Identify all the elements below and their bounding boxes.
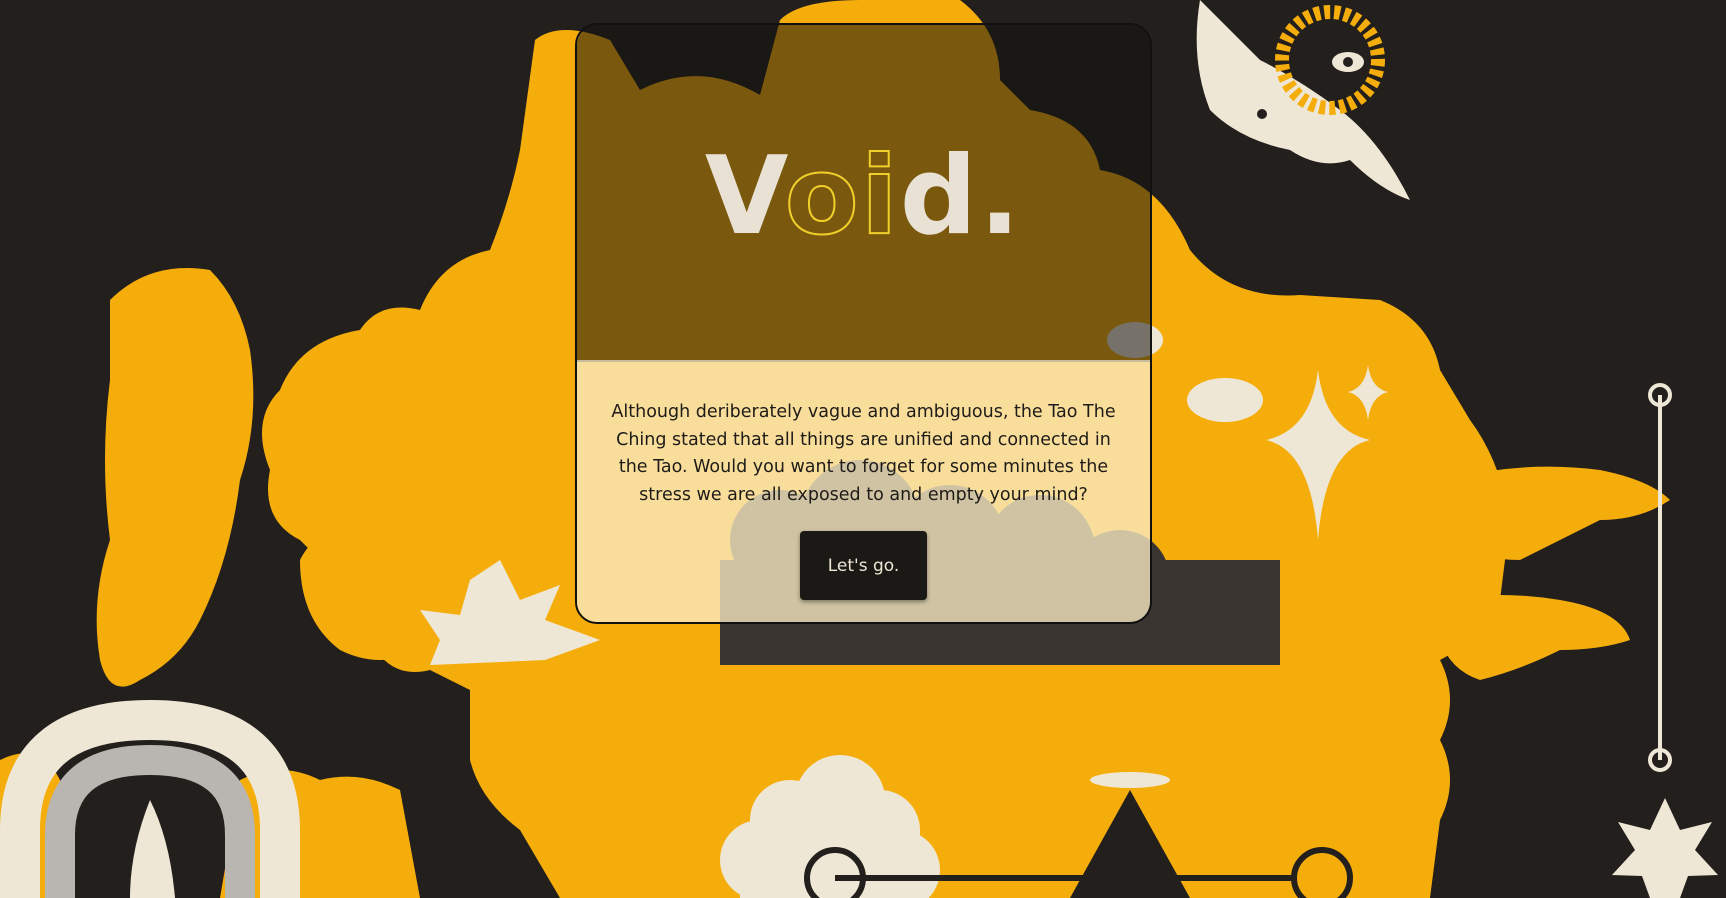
- title-text-2: d.: [899, 134, 1023, 259]
- title-text-outline: oi: [784, 134, 900, 259]
- site-title: Void.: [575, 142, 1152, 252]
- lets-go-button[interactable]: Let's go.: [800, 531, 927, 600]
- title-text-1: V: [704, 134, 785, 259]
- intro-description: Although deriberately vague and ambiguou…: [611, 402, 1116, 505]
